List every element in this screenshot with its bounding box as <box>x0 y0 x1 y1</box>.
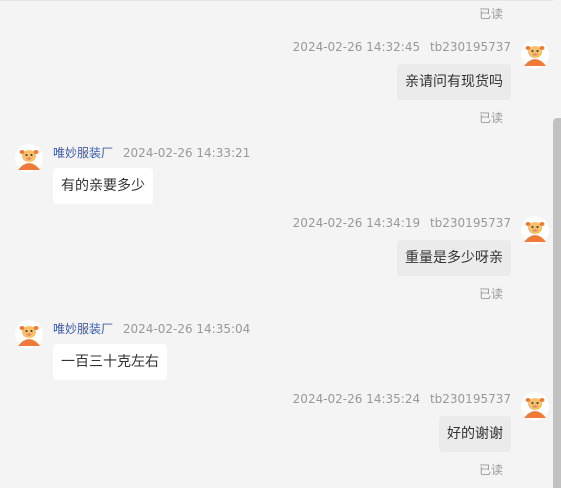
message-bubble[interactable]: 重量是多少呀亲 <box>397 240 511 276</box>
avatar-icon[interactable] <box>521 40 549 68</box>
read-status: 已读 <box>479 111 504 125</box>
shop-name[interactable]: 唯妙服装厂 <box>53 146 113 160</box>
message-meta: 2024-02-26 14:32:45 tb230195737 <box>293 40 511 54</box>
message-meta: 唯妙服装厂 2024-02-26 14:35:04 <box>53 320 250 337</box>
message-bubble[interactable]: 好的谢谢 <box>439 416 511 452</box>
scrollbar[interactable] <box>553 118 561 488</box>
avatar-icon[interactable] <box>521 392 549 420</box>
message-meta: 唯妙服装厂 2024-02-26 14:33:21 <box>53 144 250 161</box>
message-meta: 2024-02-26 14:35:24 tb230195737 <box>293 392 511 406</box>
message-bubble[interactable]: 亲请问有现货吗 <box>397 64 511 100</box>
message-time: 2024-02-26 14:35:04 <box>122 322 251 336</box>
message-meta: 2024-02-26 14:34:19 tb230195737 <box>293 216 511 230</box>
top-divider <box>0 0 553 1</box>
avatar-icon[interactable] <box>521 216 549 244</box>
read-status: 已读 <box>479 287 504 301</box>
message-time: 2024-02-26 14:33:21 <box>122 146 251 160</box>
read-status: 已读 <box>479 7 504 21</box>
sender-name[interactable]: tb230195737 <box>430 40 511 54</box>
sender-name[interactable]: tb230195737 <box>430 216 511 230</box>
read-status: 已读 <box>479 463 504 477</box>
sender-name[interactable]: tb230195737 <box>430 392 511 406</box>
message-bubble[interactable]: 有的亲要多少 <box>53 168 153 204</box>
message-time: 2024-02-26 14:35:24 <box>292 392 421 406</box>
shop-name[interactable]: 唯妙服装厂 <box>53 322 113 336</box>
message-time: 2024-02-26 14:32:45 <box>292 40 421 54</box>
message-time: 2024-02-26 14:34:19 <box>292 216 421 230</box>
avatar-icon[interactable] <box>15 320 43 348</box>
message-bubble[interactable]: 一百三十克左右 <box>53 344 167 380</box>
avatar-icon[interactable] <box>15 144 43 172</box>
